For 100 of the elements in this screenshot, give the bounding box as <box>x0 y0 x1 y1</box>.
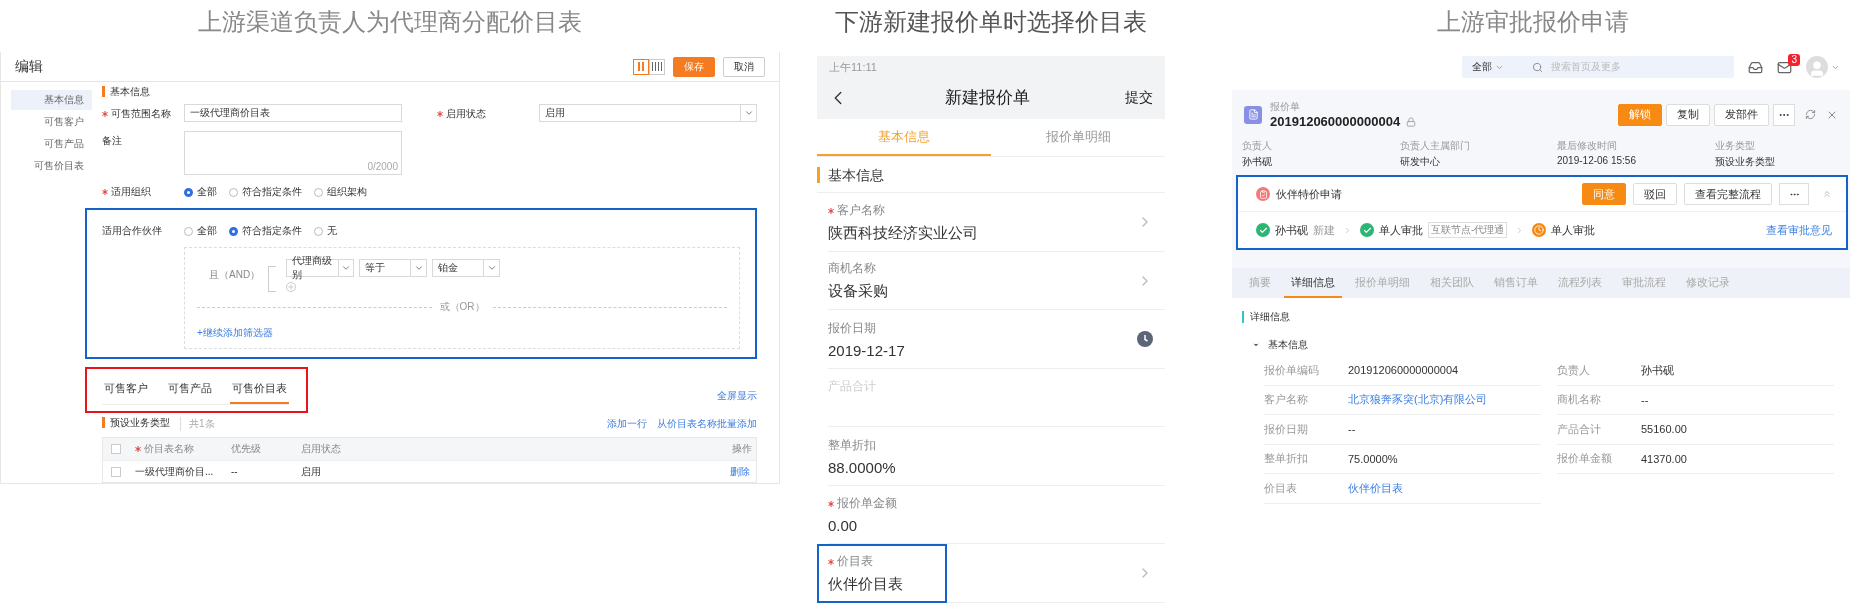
fullscreen-link[interactable]: 全屏显示 <box>717 389 757 403</box>
table-cell-text: 启用 <box>300 464 322 479</box>
tab[interactable]: 可售客户 <box>102 377 150 404</box>
tab[interactable]: 可售价目表 <box>230 377 289 404</box>
notification-badge: 3 <box>1788 53 1800 66</box>
field-label: 产品合计 <box>1557 421 1602 437</box>
refresh-icon[interactable] <box>1805 109 1816 120</box>
field-label: 适用组织 <box>102 182 184 202</box>
column-header: 价目表名称 <box>129 442 225 456</box>
required-icon <box>828 501 834 508</box>
cancel-button[interactable]: 取消 <box>723 56 765 77</box>
submit-button[interactable]: 提交 <box>1125 88 1153 107</box>
info-value: 孙书砚 <box>1242 155 1273 169</box>
chevron-down-icon <box>743 108 754 118</box>
radio-option[interactable]: 全部 <box>184 224 217 238</box>
collapse-icon[interactable] <box>1822 189 1832 199</box>
radio-option[interactable]: 全部 <box>184 185 217 199</box>
field-label: 整单折扣 <box>828 436 877 454</box>
scope-dropdown[interactable]: 全部 <box>1472 60 1504 74</box>
delete-link[interactable]: 删除 <box>726 464 756 479</box>
step-name: 单人审批 <box>1551 222 1596 238</box>
field-label: 报价日期 <box>1264 421 1309 437</box>
step-name: 单人审批 <box>1379 222 1423 238</box>
required-icon <box>828 207 834 214</box>
two-column-icon <box>637 62 645 71</box>
section-title: 基本信息 <box>102 86 150 97</box>
more-button[interactable] <box>1773 103 1795 126</box>
required-icon <box>135 446 141 453</box>
view-comments-link[interactable]: 查看审批意见 <box>1766 222 1832 238</box>
inbox-icon[interactable] <box>1748 59 1763 75</box>
screen-title: 新建报价单 <box>944 87 1030 109</box>
sidebar-item[interactable]: 可售客户 <box>11 112 92 132</box>
or-label: 或（OR） <box>439 300 485 314</box>
sidebar-item[interactable]: 基本信息 <box>11 90 92 110</box>
field-label: 价目表 <box>828 552 945 570</box>
field-value: 55160.00 <box>1641 423 1687 436</box>
field-label: 整单折扣 <box>1264 451 1309 467</box>
field-link[interactable]: 北京狼奔豕突(北京)有限公司 <box>1348 392 1488 408</box>
field-value: 201912060000000004 <box>1348 364 1459 377</box>
bracket-line <box>268 266 277 292</box>
checkbox[interactable] <box>111 466 121 477</box>
required-icon <box>828 558 834 565</box>
field-label: 商机名称 <box>1557 392 1602 408</box>
chevron-right-icon <box>1343 225 1352 235</box>
action-button[interactable]: 发部件 <box>1714 103 1769 126</box>
tab[interactable]: 可售产品 <box>166 377 214 404</box>
info-label: 业务类型 <box>1715 139 1756 153</box>
clipboard-icon <box>1256 187 1270 201</box>
info-value: 2019-12-06 15:56 <box>1557 155 1637 166</box>
field-label: 备注 <box>102 134 123 148</box>
field-value: 2019-12-17 <box>828 341 905 359</box>
field-label: 报价单编码 <box>1264 362 1320 378</box>
mail-icon[interactable] <box>1777 59 1792 75</box>
field-value: -- <box>1348 423 1356 436</box>
radio-option[interactable]: 符合指定条件 <box>229 224 302 238</box>
panel-caption: 下游新建报价单时选择价目表 <box>835 7 1147 37</box>
sidebar-item[interactable]: 可售产品 <box>11 134 92 154</box>
info-label: 负责人 <box>1242 139 1273 153</box>
field-label: 启用状态 <box>437 104 539 124</box>
action-button[interactable]: 复制 <box>1666 103 1710 126</box>
action-link[interactable]: 从价目表名称批量添加 <box>657 417 757 431</box>
form-row[interactable]: 价目表 伙伴价目表 <box>817 544 1165 603</box>
avatar[interactable] <box>1806 56 1828 78</box>
group-title: 基本信息 <box>1268 338 1308 352</box>
section-title: 基本信息 <box>817 166 884 183</box>
field-label: 报价日期 <box>828 319 877 337</box>
panel-caption: 上游渠道负责人为代理商分配价目表 <box>198 7 582 37</box>
radio-option[interactable]: 无 <box>314 224 337 238</box>
sidebar-item[interactable]: 可售价目表 <box>11 156 92 176</box>
condition-select[interactable]: 等于 <box>359 258 428 277</box>
approval-button[interactable]: 查看完整流程 <box>1684 183 1772 205</box>
user-icon <box>1808 60 1826 78</box>
table-cell-text: -- <box>230 466 239 477</box>
record-number: 201912060000000004 <box>1270 114 1401 129</box>
add-condition-icon[interactable] <box>286 281 297 292</box>
field-label: 负责人 <box>1557 362 1591 378</box>
radio-option[interactable]: 符合指定条件 <box>229 185 302 199</box>
collapse-caret-icon[interactable] <box>1252 341 1260 349</box>
field-label: 价目表 <box>1264 480 1298 496</box>
step-note: 新建 <box>1313 222 1335 238</box>
add-filter-link[interactable]: +继续添加筛选器 <box>197 327 273 338</box>
condition-select[interactable]: 铂金 <box>432 258 501 277</box>
column-header: 优先级 <box>230 442 262 456</box>
info-value: 研发中心 <box>1400 155 1441 169</box>
four-column-view-button[interactable] <box>649 58 665 75</box>
field-value: 75.0000% <box>1348 452 1398 465</box>
field-value: 伙伴价目表 <box>828 574 904 594</box>
approval-button[interactable]: 驳回 <box>1633 183 1677 205</box>
column-header: 启用状态 <box>300 442 342 456</box>
info-label: 最后修改时间 <box>1557 139 1618 153</box>
field-link[interactable]: 伙伴价目表 <box>1348 480 1403 496</box>
status-select[interactable]: 启用 <box>539 104 757 122</box>
step-name: 孙书砚 <box>1275 222 1308 238</box>
action-link[interactable]: 添加一行 <box>607 417 647 431</box>
more-button[interactable] <box>1779 183 1809 205</box>
name-input[interactable]: 一级代理商价目表 <box>184 104 402 122</box>
radio-option[interactable]: 组织架构 <box>314 185 367 199</box>
field-value: 41370.00 <box>1641 452 1687 465</box>
checkbox[interactable] <box>111 444 121 454</box>
two-column-view-button[interactable] <box>633 58 649 75</box>
